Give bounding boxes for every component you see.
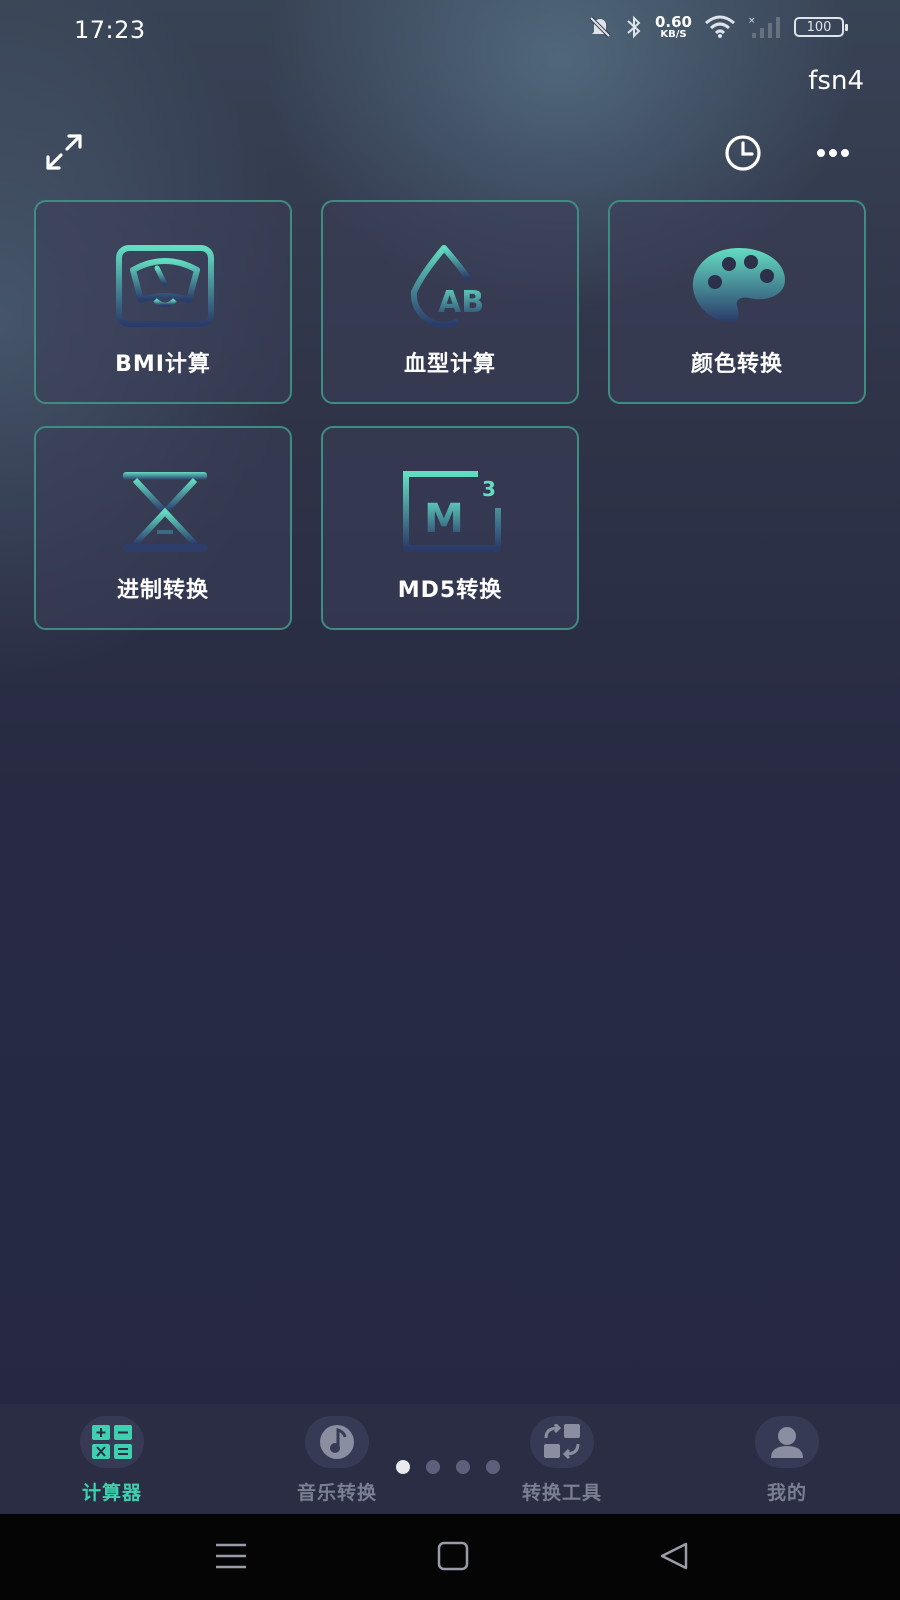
expand-button[interactable] bbox=[42, 130, 86, 174]
expand-icon bbox=[46, 134, 82, 170]
tool-card-label: BMI计算 bbox=[115, 352, 211, 377]
tool-card-label: MD5转换 bbox=[397, 578, 503, 603]
tab-music-convert[interactable]: 音乐转换 bbox=[277, 1404, 397, 1514]
mute-icon bbox=[589, 16, 611, 38]
tool-card-label: 颜色转换 bbox=[690, 352, 783, 377]
tool-card-base-convert[interactable]: 进制转换 bbox=[34, 426, 292, 630]
status-bar: 17:23 0.60 KB/S × 100 bbox=[0, 0, 900, 64]
network-speed: 0.60 KB/S bbox=[654, 12, 692, 40]
tab-icon-bubble bbox=[755, 1416, 819, 1468]
back-icon[interactable] bbox=[658, 1541, 690, 1571]
history-icon bbox=[725, 135, 761, 171]
tool-card-color[interactable]: 颜色转换 bbox=[608, 200, 866, 404]
tab-label: 我的 bbox=[766, 1482, 807, 1504]
cellular-signal-icon: × bbox=[748, 16, 780, 38]
network-speed-unit: KB/S bbox=[660, 28, 687, 40]
calculator-icon bbox=[92, 1425, 132, 1459]
tool-card-md5[interactable]: M 3 MD5转换 bbox=[321, 426, 579, 630]
svg-text:AB: AB bbox=[438, 285, 484, 320]
svg-text:×: × bbox=[748, 16, 756, 26]
tool-card-label: 血型计算 bbox=[403, 352, 496, 377]
status-time: 17:23 bbox=[74, 16, 146, 44]
home-icon[interactable] bbox=[437, 1541, 469, 1571]
md5-icon: M 3 bbox=[403, 471, 501, 551]
more-button[interactable] bbox=[810, 130, 856, 176]
history-button[interactable] bbox=[720, 130, 766, 176]
page-dot bbox=[456, 1460, 470, 1474]
status-icons: 0.60 KB/S × 100 bbox=[587, 12, 848, 40]
network-speed-value: 0.60 bbox=[654, 12, 692, 31]
recents-menu-icon[interactable] bbox=[214, 1542, 248, 1570]
tab-icon-bubble bbox=[80, 1416, 144, 1468]
system-nav-bar bbox=[0, 1514, 900, 1600]
page-indicator bbox=[396, 1460, 500, 1474]
bluetooth-icon bbox=[627, 15, 641, 39]
tab-label: 转换工具 bbox=[521, 1482, 602, 1504]
tab-label: 音乐转换 bbox=[296, 1482, 377, 1504]
tab-label: 计算器 bbox=[81, 1482, 142, 1504]
tool-card-bmi[interactable]: BMI计算 bbox=[34, 200, 292, 404]
tool-card-label: 进制转换 bbox=[116, 578, 209, 603]
user-icon bbox=[771, 1427, 803, 1458]
bottom-tab-bar: 计算器 音乐转换 转换工具 我的 bbox=[0, 1404, 900, 1514]
page-dot bbox=[486, 1460, 500, 1474]
page-dot-active bbox=[396, 1460, 410, 1474]
svg-text:M: M bbox=[424, 496, 464, 542]
wifi-icon bbox=[705, 15, 735, 38]
tab-icon-bubble bbox=[305, 1416, 369, 1468]
svg-text:3: 3 bbox=[482, 477, 496, 501]
tab-mine[interactable]: 我的 bbox=[727, 1404, 847, 1514]
hourglass-icon bbox=[123, 472, 207, 552]
tab-convert-tools[interactable]: 转换工具 bbox=[502, 1404, 622, 1514]
convert-icon bbox=[544, 1424, 580, 1460]
tab-calculator[interactable]: 计算器 bbox=[52, 1404, 172, 1514]
tab-icon-bubble bbox=[530, 1416, 594, 1468]
page-dot bbox=[426, 1460, 440, 1474]
music-disc-icon bbox=[320, 1425, 354, 1459]
palette-icon bbox=[692, 248, 785, 322]
tool-card-blood-type[interactable]: AB 血型计算 bbox=[321, 200, 579, 404]
battery-indicator: 100 bbox=[794, 17, 848, 37]
blood-drop-icon: AB bbox=[410, 245, 484, 328]
user-name[interactable]: fsn4 bbox=[808, 66, 864, 96]
scale-icon bbox=[116, 245, 214, 327]
more-icon bbox=[817, 149, 849, 157]
